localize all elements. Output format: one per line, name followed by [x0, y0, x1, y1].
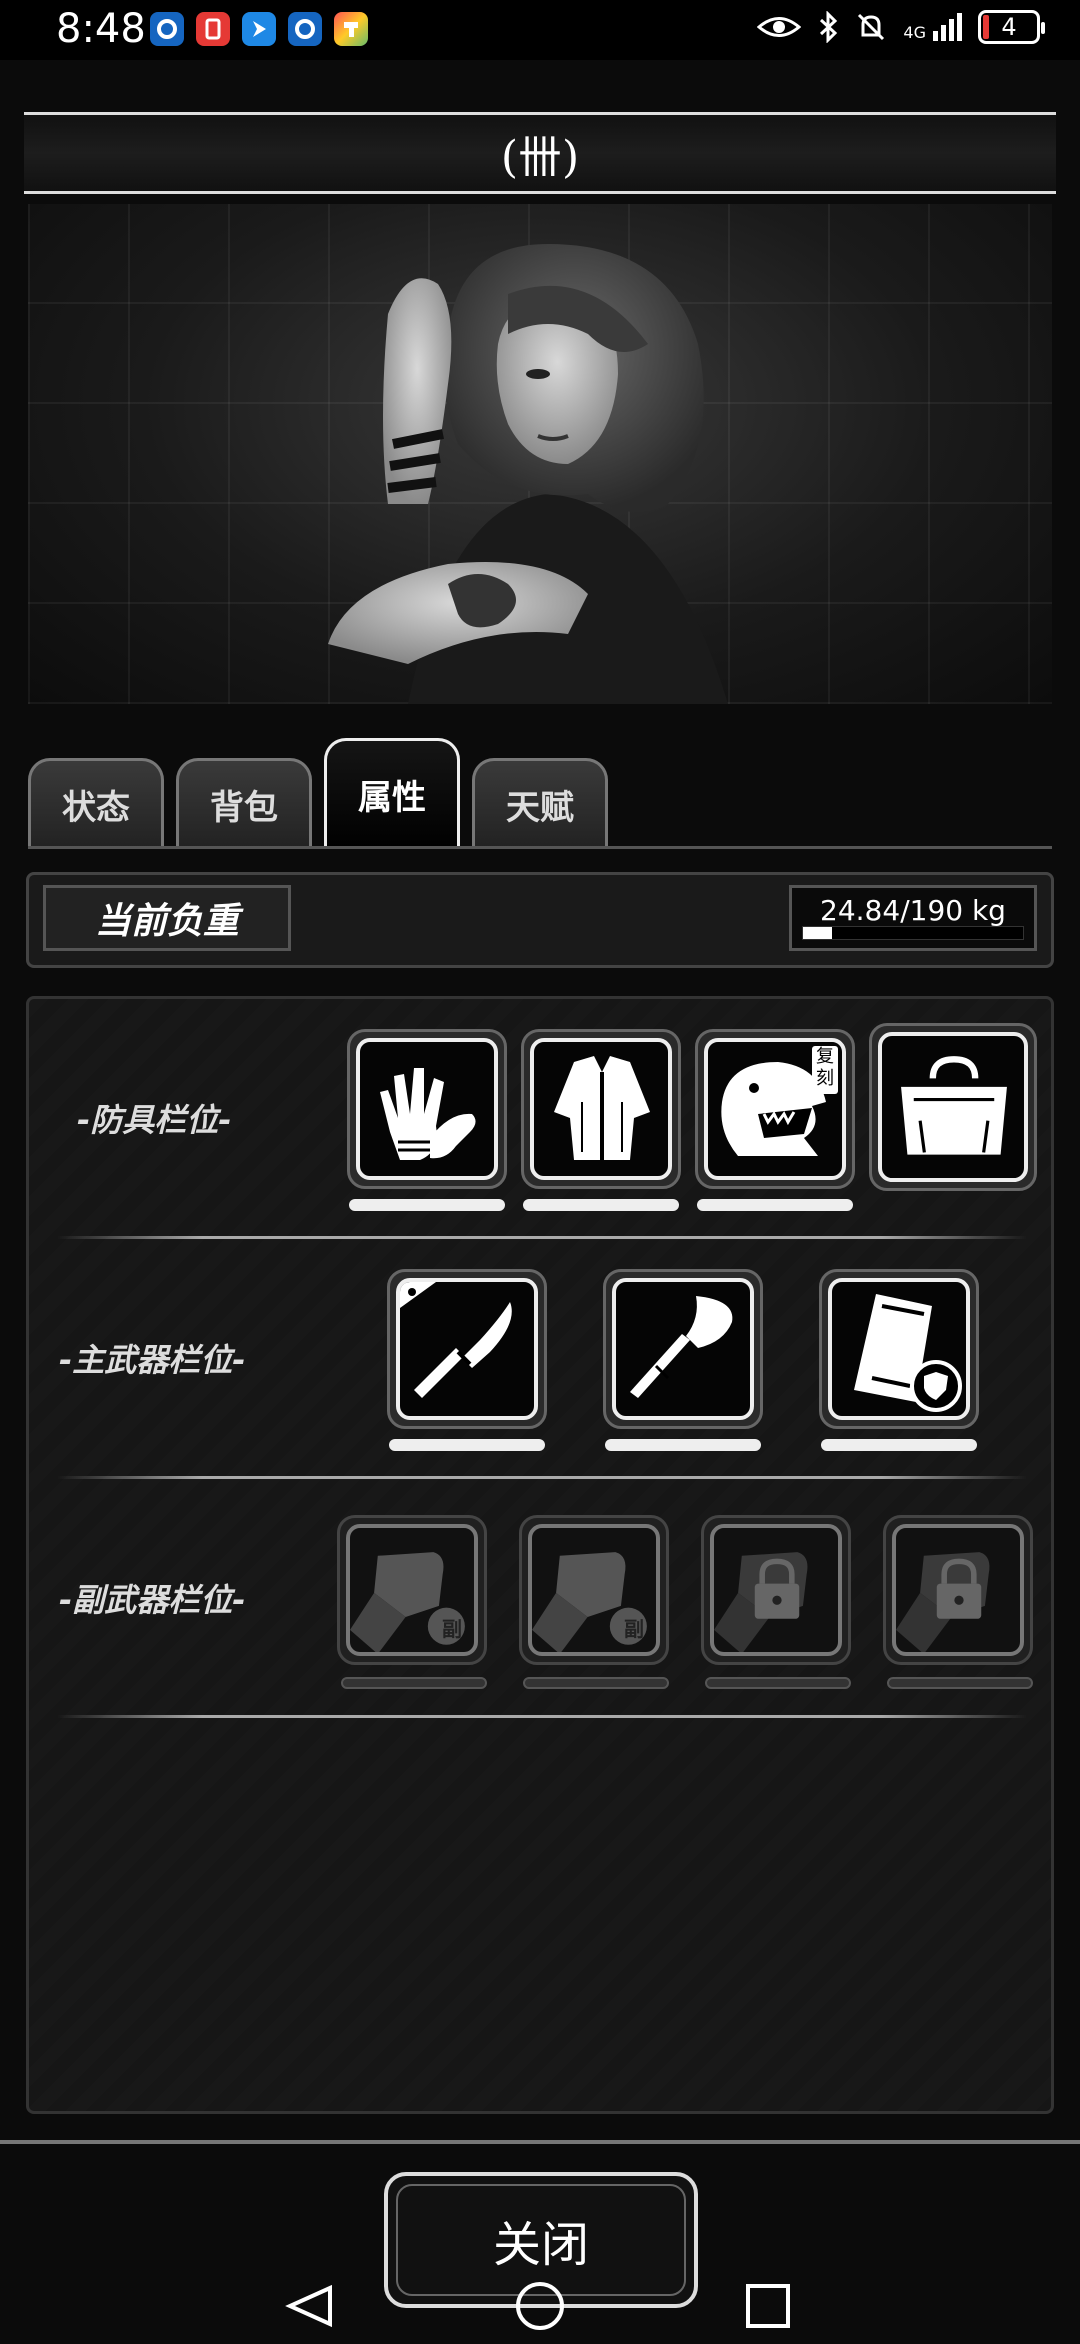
- row-divider: [57, 1236, 1027, 1239]
- sub-weapon-slot-3-locked[interactable]: [701, 1515, 851, 1665]
- tab-label: 天赋: [506, 788, 574, 828]
- tab-attributes[interactable]: 属性: [324, 738, 460, 848]
- app-color-icon: [334, 12, 368, 46]
- sub-weapon-slot-1-bar: [341, 1677, 487, 1689]
- axe-icon: [630, 1296, 733, 1398]
- character-title: (卌): [24, 112, 1056, 194]
- main-weapon-slot-knife-bar: [389, 1439, 545, 1451]
- armor-slot-gloves[interactable]: [347, 1029, 507, 1189]
- tab-label: 背包: [210, 788, 278, 828]
- weight-panel: 当前负重 24.84/190 kg: [26, 872, 1054, 968]
- main-weapon-slot-axe-bar: [605, 1439, 761, 1451]
- main-weapon-slot-case[interactable]: [819, 1269, 979, 1429]
- bottom-divider: [0, 2140, 1080, 2144]
- nav-home-icon[interactable]: [516, 2282, 564, 2330]
- notification-icons: [150, 12, 368, 46]
- armor-slot-bag[interactable]: [869, 1023, 1037, 1191]
- eye-icon: [757, 17, 802, 37]
- mute-icon: [858, 13, 885, 41]
- status-bar: 8:48 4G 4: [0, 0, 1080, 60]
- main-weapon-slot-knife[interactable]: [387, 1269, 547, 1429]
- status-time: 8:48: [56, 6, 146, 52]
- armor-slot-mask[interactable]: 复刻: [695, 1029, 855, 1189]
- bluetooth-icon: [820, 11, 838, 43]
- tab-talents[interactable]: 天赋: [472, 758, 608, 848]
- armor-slot-label: -防具栏位-: [77, 1101, 232, 1139]
- battery-level: 4: [1001, 13, 1017, 41]
- nav-back-icon[interactable]: [285, 2284, 332, 2328]
- main-weapon-slot-case-bar: [821, 1439, 977, 1451]
- sub-weapon-slot-4-locked[interactable]: [883, 1515, 1033, 1665]
- system-icons: 4G 4: [757, 10, 1045, 44]
- battery-icon: 4: [978, 10, 1045, 44]
- armor-slot-mask-bar: [697, 1199, 853, 1211]
- row-divider: [57, 1476, 1027, 1479]
- row-divider: [57, 1715, 1027, 1718]
- sub-tag: 副: [624, 1617, 644, 1641]
- sub-weapon-slot-label: -副武器栏位-: [59, 1581, 246, 1619]
- tab-backpack[interactable]: 背包: [176, 758, 312, 848]
- equipment-panel: -防具栏位- 复刻 -主武器栏位- -副武器栏位- 副 副: [26, 996, 1054, 2114]
- main-weapon-slot-label: -主武器栏位-: [59, 1341, 246, 1379]
- armor-slot-gloves-bar: [349, 1199, 505, 1211]
- sub-weapon-slot-4-bar: [887, 1677, 1033, 1689]
- nav-recents-icon[interactable]: [746, 2284, 790, 2328]
- tab-status[interactable]: 状态: [28, 758, 164, 848]
- sub-weapon-slot-2-bar: [523, 1677, 669, 1689]
- app-blue-icon: [150, 12, 184, 46]
- character-portrait: [28, 204, 1052, 704]
- app-red-icon: [196, 12, 230, 46]
- app-blue2-icon: [288, 12, 322, 46]
- app-arrow-icon: [242, 12, 276, 46]
- weight-value: 24.84/190 kg: [820, 894, 1006, 927]
- weight-label: 当前负重: [43, 885, 291, 951]
- tab-label: 属性: [358, 778, 426, 818]
- tab-label: 状态: [62, 788, 130, 828]
- sub-weapon-slot-1[interactable]: 副: [337, 1515, 487, 1665]
- main-weapon-slot-axe[interactable]: [603, 1269, 763, 1429]
- gloves-icon: [380, 1068, 476, 1160]
- fist-lock-icon: [714, 1552, 808, 1652]
- character-name: (卌): [500, 132, 580, 183]
- sub-tag: 副: [442, 1617, 462, 1641]
- fist-lock-icon: [896, 1552, 990, 1652]
- sub-weapon-slot-2[interactable]: 副: [519, 1515, 669, 1665]
- jacket-icon: [554, 1056, 650, 1160]
- armor-slot-jacket-bar: [523, 1199, 679, 1211]
- weight-progress-fill: [803, 927, 832, 939]
- network-label: 4G: [903, 23, 926, 42]
- signal-icon: 4G: [903, 13, 962, 41]
- weight-value-box: 24.84/190 kg: [789, 885, 1037, 951]
- shield-case-icon: [854, 1294, 962, 1412]
- weight-progress-bar: [802, 926, 1024, 940]
- knife-icon: [400, 1282, 512, 1398]
- close-button-label: 关闭: [492, 2217, 589, 2273]
- character-illustration: [328, 244, 728, 704]
- tab-bar: 状态 背包 属性 天赋: [28, 738, 1068, 848]
- armor-slot-jacket[interactable]: [521, 1029, 681, 1189]
- sub-weapon-slot-3-bar: [705, 1677, 851, 1689]
- replica-tag: 复刻: [812, 1046, 838, 1094]
- system-nav-bar: [0, 2270, 1080, 2340]
- bag-icon: [901, 1056, 1007, 1155]
- tab-divider: [28, 846, 1052, 849]
